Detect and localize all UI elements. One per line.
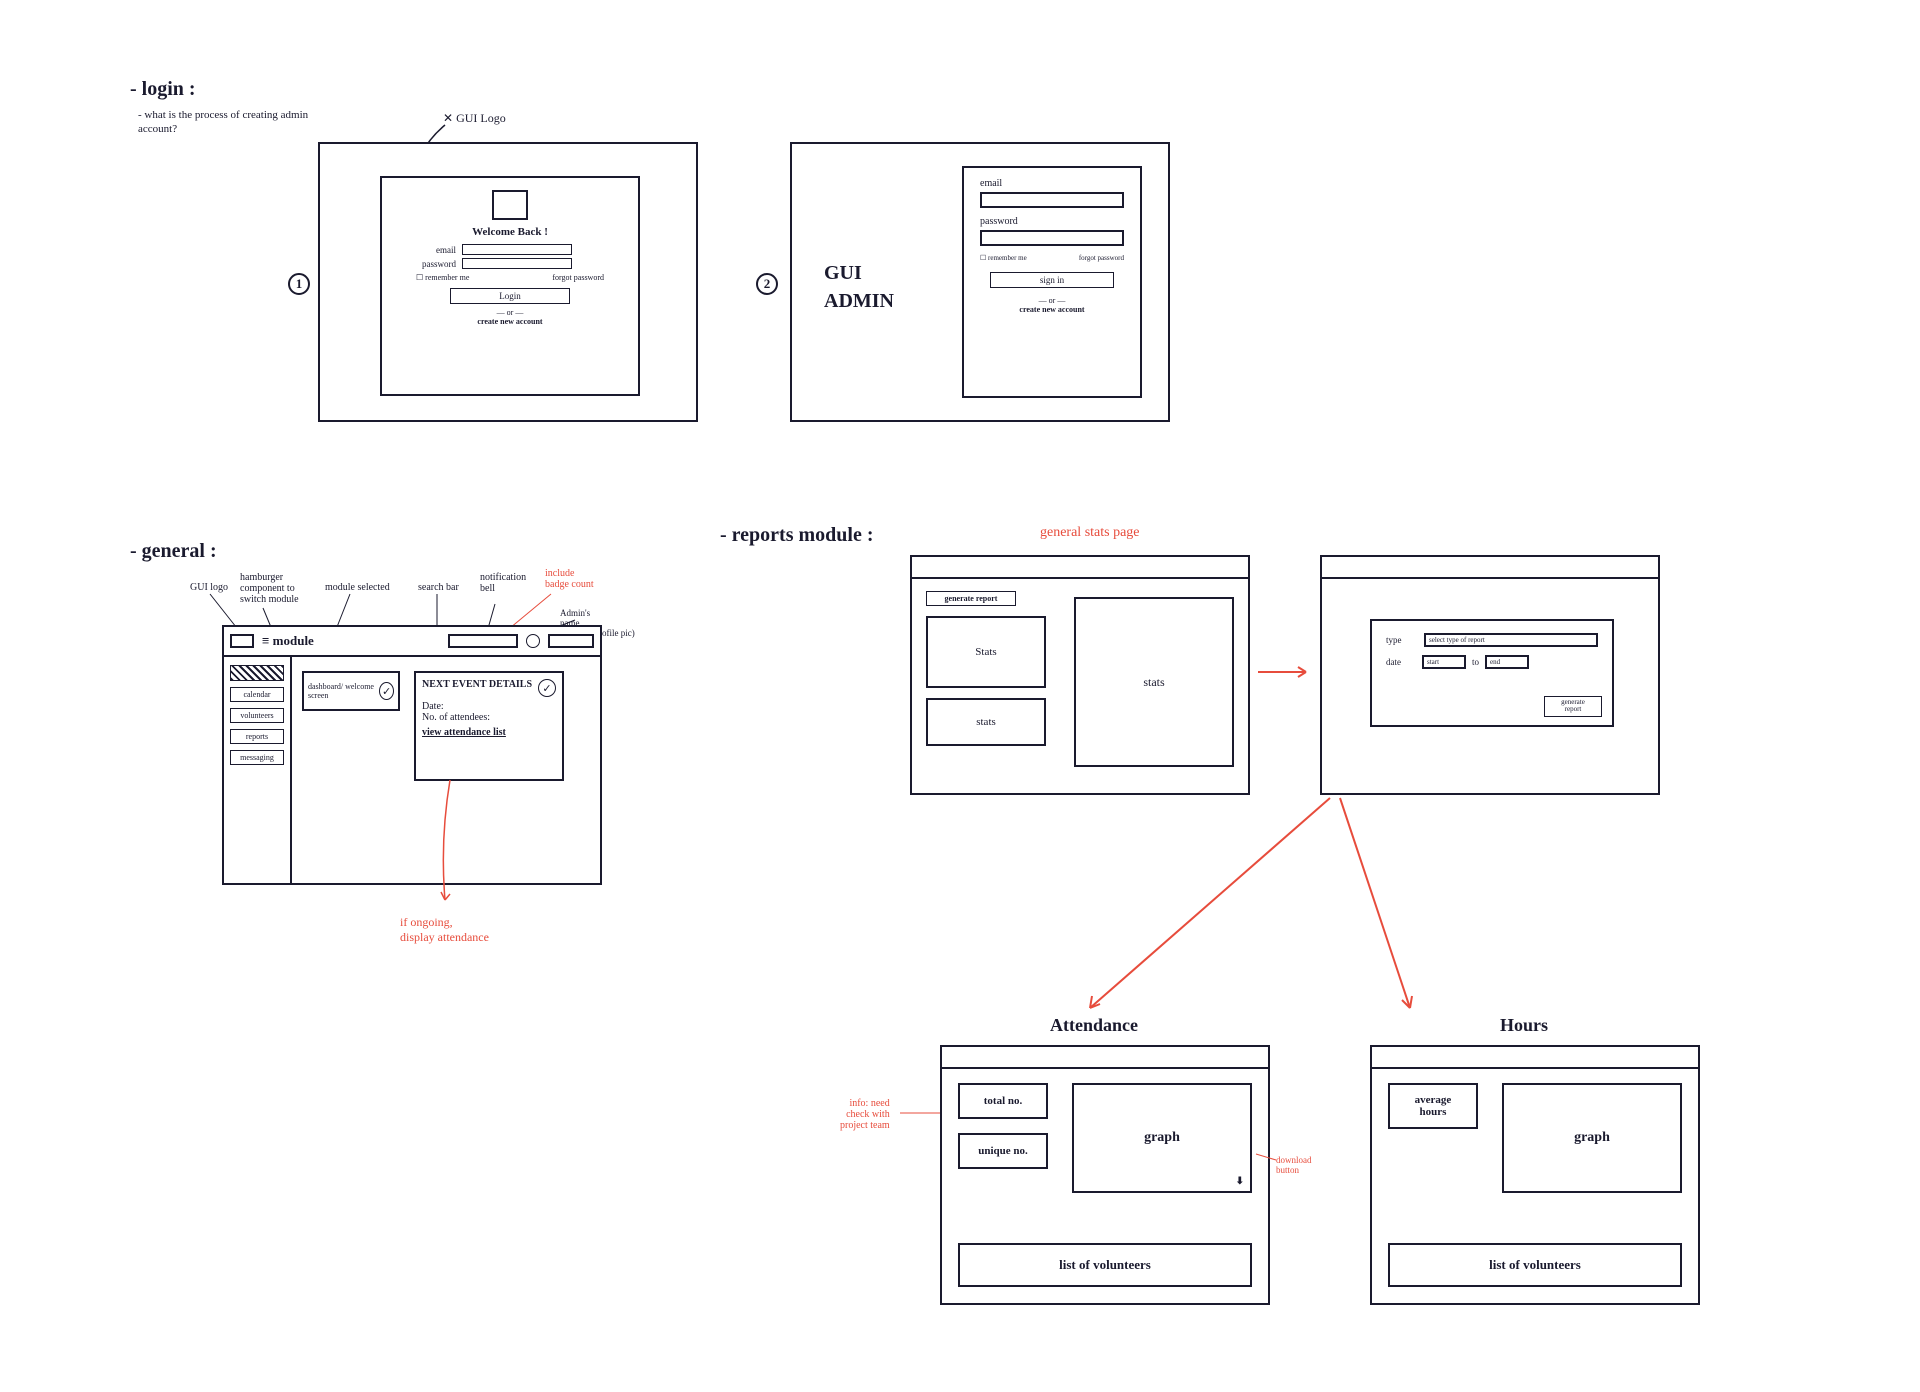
arrow-to-modal [1258,660,1318,690]
general-wireframe: ≡ module calendar volunteers reports mes… [222,625,602,885]
password-input[interactable] [462,258,572,269]
unique-no-card: unique no. [958,1133,1048,1169]
hours-volunteer-list[interactable]: list of volunteers [1388,1243,1682,1287]
login-button[interactable]: Login [450,288,570,304]
generate-modal-wireframe: type select type of report date start to… [1320,555,1660,795]
avg-hours-card: average hours [1388,1083,1478,1129]
reports-section-title: - reports module : [720,524,874,547]
next-event-card[interactable]: NEXT EVENT DETAILS ✓ Date: No. of attend… [414,671,564,781]
stats-card-2: stats [926,698,1046,746]
date-label: date [1386,657,1416,667]
total-no-card: total no. [958,1083,1048,1119]
event-date: Date: [422,701,556,712]
admin-name-chip[interactable] [548,634,594,648]
sidebar-item-calendar[interactable]: calendar [230,687,284,702]
general-section-title: - general : [130,540,217,563]
create-account-link[interactable]: create new account [406,317,614,326]
forgot-password-link[interactable]: forgot password [552,273,604,282]
sidebar-item-volunteers[interactable]: volunteers [230,708,284,723]
stats-big: stats [1074,597,1234,767]
anno-badge-count: include badge count [545,568,594,590]
download-icon[interactable]: ⬇ [1236,1176,1244,1187]
download-note-arrow [1256,1150,1282,1166]
hours-title: Hours [1500,1015,1548,1036]
welcome-text: Welcome Back ! [406,226,614,238]
or-divider-2: — or — [980,296,1124,305]
password-row: password [406,258,614,269]
stats-page-wireframe: generate report Stats stats stats [910,555,1250,795]
email-input-2[interactable] [980,192,1124,208]
header-logo[interactable] [230,634,254,648]
remember-me-2[interactable]: ☐ remember me [980,254,1027,262]
create-account-2[interactable]: create new account [980,305,1124,314]
attendance-wireframe: total no. unique no. graph ⬇ list of vol… [940,1045,1270,1305]
view-attendance-link[interactable]: view attendance list [422,727,556,738]
email-label: email [980,178,1124,189]
step-2-marker: 2 [756,273,778,295]
attendance-info-note: info: need check with project team [840,1098,890,1131]
event-attendees: No. of attendees: [422,712,556,723]
ongoing-arrow [430,780,470,910]
remember-me[interactable]: ☐ remember me [416,273,469,282]
notification-bell-icon[interactable] [526,634,540,648]
forgot-password-2[interactable]: forgot password [1079,254,1124,262]
sidebar-active[interactable] [230,665,284,681]
type-label: type [1386,635,1416,645]
hours-wireframe: average hours graph list of volunteers [1370,1045,1700,1305]
ongoing-note: if ongoing, display attendance [400,915,489,945]
email-row: email [406,244,614,255]
login-section-title: - login : [130,78,196,101]
step-1-marker: 1 [288,273,310,295]
brand-text: GUI ADMIN [824,259,894,315]
check-icon-2: ✓ [538,679,556,697]
login-subnote: - what is the process of creating admin … [138,108,338,137]
attendance-graph: graph ⬇ [1072,1083,1252,1193]
logo-placeholder [492,190,528,220]
dashboard-card[interactable]: dashboard/ welcome screen ✓ [302,671,400,711]
date-from[interactable]: start [1422,655,1466,669]
login-modal-1: Welcome Back ! email password ☐ remember… [380,176,640,396]
password-input-2[interactable] [980,230,1124,246]
generate-modal: type select type of report date start to… [1370,619,1614,727]
type-select[interactable]: select type of report [1424,633,1598,647]
search-input[interactable] [448,634,518,648]
password-label: password [980,216,1124,227]
generate-report-button[interactable]: generate report [926,591,1016,606]
email-input[interactable] [462,244,572,255]
signin-button[interactable]: sign in [990,272,1114,288]
date-to[interactable]: end [1485,655,1529,669]
attendance-volunteer-list[interactable]: list of volunteers [958,1243,1252,1287]
hours-graph: graph [1502,1083,1682,1193]
login-wireframe-1: Welcome Back ! email password ☐ remember… [318,142,698,422]
sidebar-item-reports[interactable]: reports [230,729,284,744]
header-module-label[interactable]: ≡ module [262,633,314,649]
generate-go-button[interactable]: generate report [1544,696,1602,717]
login-wireframe-2: GUI ADMIN email password ☐ remember me f… [790,142,1170,422]
login-panel-2: email password ☐ remember me forgot pass… [962,166,1142,398]
or-divider: — or — [406,308,614,317]
sidebar-item-messaging[interactable]: messaging [230,750,284,765]
to-word: to [1472,657,1479,667]
stats-card-1: Stats [926,616,1046,688]
attendance-title: Attendance [1050,1015,1138,1036]
check-icon: ✓ [379,682,394,700]
branch-arrows [1030,798,1460,1018]
reports-subtitle: general stats page [1040,525,1140,541]
